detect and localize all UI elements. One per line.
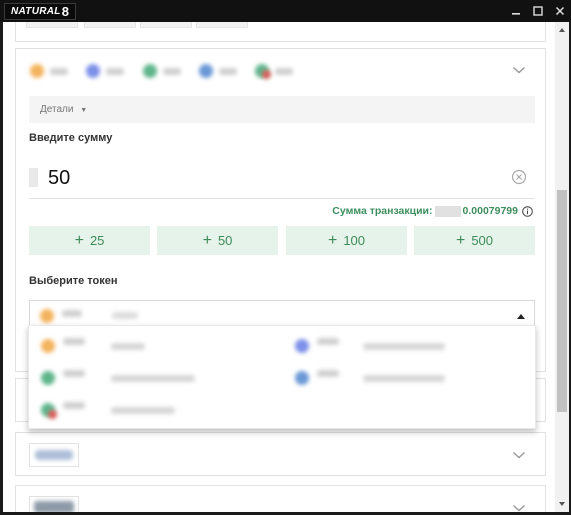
method-logo-blurred xyxy=(34,501,74,512)
chevron-down-icon: ▼ xyxy=(80,107,88,114)
transaction-sum: Сумма транзакции: 0.00079799 xyxy=(332,205,533,217)
crypto-header[interactable] xyxy=(16,49,545,91)
quick-amount-button-500[interactable]: +500 xyxy=(414,226,535,255)
deposit-content: Детали ▼ Введите сумму 50 Сумма транзакц… xyxy=(3,22,555,512)
token-icon xyxy=(41,371,55,385)
payment-method-logo xyxy=(29,443,79,467)
quick-amount-button-50[interactable]: +50 xyxy=(157,226,278,255)
token-name-blurred xyxy=(163,68,181,75)
quick-amount-label: 500 xyxy=(471,233,494,248)
token-option[interactable] xyxy=(33,334,273,358)
method-pill[interactable] xyxy=(140,22,192,28)
choose-token-label: Выберите токен xyxy=(29,275,118,287)
token-name-blurred xyxy=(106,68,124,75)
chevron-up-icon[interactable] xyxy=(512,66,526,74)
crypto-token-badge xyxy=(262,70,271,79)
tx-sum-label: Сумма транзакции: xyxy=(332,205,433,217)
amount-value[interactable]: 50 xyxy=(48,167,70,190)
scroll-down-icon[interactable] xyxy=(558,500,566,508)
maximize-button[interactable] xyxy=(527,0,549,22)
token-name-blurred xyxy=(317,370,339,377)
quick-amount-button-25[interactable]: +25 xyxy=(29,226,150,255)
token-name-blurred xyxy=(50,68,68,75)
selected-token-icon xyxy=(40,309,54,323)
method-logo-blurred xyxy=(35,450,73,460)
plus-icon: + xyxy=(202,231,212,249)
tx-sum-value: 0.00079799 xyxy=(462,205,518,217)
scrollbar-thumb[interactable] xyxy=(557,190,567,412)
payment-method-card-4[interactable] xyxy=(15,485,546,512)
title-bar: NATURAL 8 xyxy=(0,0,571,22)
selected-token-network-blurred xyxy=(112,312,138,319)
token-network-blurred xyxy=(111,343,145,350)
logo-text: NATURAL xyxy=(11,5,61,17)
token-option[interactable] xyxy=(33,398,273,422)
tx-token-masked xyxy=(434,205,461,217)
minimize-icon xyxy=(512,13,520,15)
token-badge xyxy=(48,410,57,419)
crypto-token-icon xyxy=(199,64,213,78)
quick-amount-label: 25 xyxy=(89,233,105,248)
method-pill[interactable] xyxy=(196,22,248,28)
clear-icon[interactable] xyxy=(511,169,527,185)
token-name-blurred xyxy=(317,338,339,345)
token-option[interactable] xyxy=(287,366,527,390)
close-button[interactable] xyxy=(549,0,571,22)
payment-method-card-3[interactable] xyxy=(15,432,546,476)
token-icon xyxy=(295,339,309,353)
token-network-blurred xyxy=(363,375,445,382)
crypto-deposit-card: Детали ▼ Введите сумму 50 Сумма транзакц… xyxy=(15,48,546,372)
currency-symbol-masked xyxy=(29,168,38,187)
caret-up-icon xyxy=(517,314,525,319)
crypto-token-icon xyxy=(143,64,157,78)
maximize-icon xyxy=(533,6,543,16)
logo-digit: 8 xyxy=(61,3,70,19)
quick-amount-label: 100 xyxy=(343,233,366,248)
token-name-blurred xyxy=(63,338,85,345)
token-icon xyxy=(295,371,309,385)
token-name-blurred xyxy=(63,402,85,409)
token-name-blurred xyxy=(63,370,85,377)
details-toggle[interactable]: Детали ▼ xyxy=(29,96,535,123)
natural8-logo: NATURAL 8 xyxy=(4,2,77,20)
app-window: Детали ▼ Введите сумму 50 Сумма транзакц… xyxy=(3,22,569,512)
token-icon xyxy=(41,339,55,353)
token-name-blurred xyxy=(275,68,293,75)
info-icon[interactable] xyxy=(522,205,533,217)
close-icon xyxy=(555,6,565,16)
plus-icon: + xyxy=(455,231,466,249)
payment-method-logo xyxy=(29,496,79,512)
selected-token-name-blurred xyxy=(62,310,82,317)
quick-amount-button-100[interactable]: +100 xyxy=(286,226,407,255)
minimize-button[interactable] xyxy=(505,0,527,22)
method-pill[interactable] xyxy=(84,22,136,28)
crypto-token-icon xyxy=(86,64,100,78)
token-dropdown xyxy=(28,325,536,429)
amount-input[interactable]: 50 xyxy=(29,161,535,199)
token-network-blurred xyxy=(111,407,175,414)
chevron-down-icon[interactable] xyxy=(512,451,526,459)
scroll-up-icon[interactable] xyxy=(558,26,566,34)
crypto-token-icon xyxy=(30,64,44,78)
token-network-blurred xyxy=(363,343,445,350)
quick-amount-label: 50 xyxy=(217,233,233,248)
token-name-blurred xyxy=(219,68,237,75)
token-network-blurred xyxy=(111,375,195,382)
enter-amount-label: Введите сумму xyxy=(29,132,113,144)
method-pill[interactable] xyxy=(26,22,78,28)
payment-method-card-top xyxy=(15,22,546,42)
plus-icon: + xyxy=(327,231,338,249)
chevron-down-icon[interactable] xyxy=(512,504,526,512)
token-option[interactable] xyxy=(33,366,273,390)
token-option[interactable] xyxy=(287,334,527,358)
details-label: Детали xyxy=(40,104,74,115)
plus-icon: + xyxy=(74,231,84,249)
